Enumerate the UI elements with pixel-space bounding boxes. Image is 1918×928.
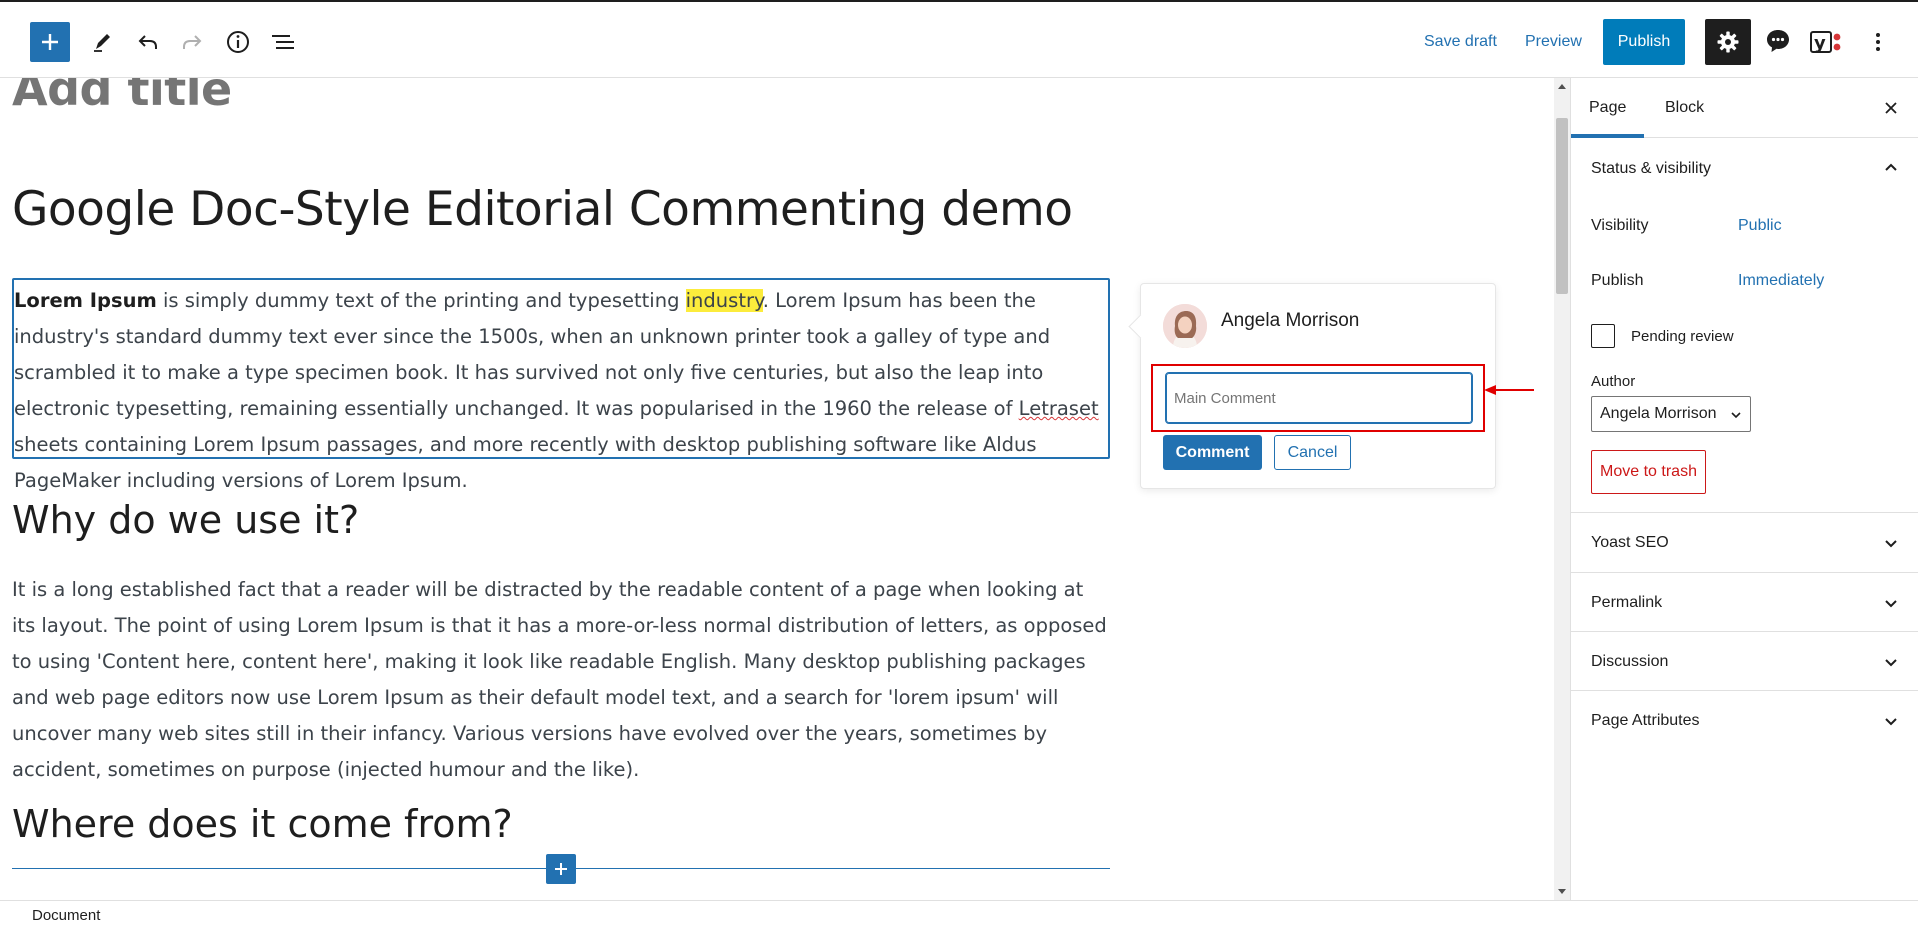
comment-submit-button[interactable]: Comment: [1163, 435, 1262, 470]
editor-footer: Document: [0, 900, 1918, 928]
more-vertical-icon: [1876, 33, 1880, 51]
scroll-down-arrow[interactable]: [1558, 889, 1566, 894]
pencil-icon: [94, 34, 110, 52]
publish-date-link[interactable]: Immediately: [1738, 272, 1824, 290]
avatar: [1163, 304, 1207, 348]
panel-divider: [1571, 512, 1918, 513]
list-view-button[interactable]: [263, 22, 303, 62]
plus-icon: [42, 34, 58, 50]
breadcrumb-document[interactable]: Document: [32, 907, 100, 924]
visibility-value-link[interactable]: Public: [1738, 217, 1782, 235]
panel-page-attributes[interactable]: Page Attributes: [1591, 712, 1700, 730]
list-view-icon: [272, 35, 294, 49]
move-to-trash-button[interactable]: Move to trash: [1591, 450, 1706, 494]
panel-discussion[interactable]: Discussion: [1591, 653, 1668, 671]
plus-icon: [555, 863, 567, 875]
panel-divider: [1571, 690, 1918, 691]
title-placeholder[interactable]: Add title: [12, 78, 232, 116]
chevron-down-icon[interactable]: [1881, 711, 1901, 731]
panel-permalink[interactable]: Permalink: [1591, 594, 1662, 612]
paragraph-1[interactable]: Lorem Ipsum is simply dummy text of the …: [14, 283, 1114, 499]
add-block-button[interactable]: [30, 22, 70, 62]
svg-text:y: y: [1814, 33, 1826, 54]
user-avatar-icon: [1163, 304, 1207, 348]
chevron-down-icon[interactable]: [1881, 652, 1901, 672]
chevron-down-icon: [1731, 412, 1741, 419]
comment-input[interactable]: [1165, 372, 1473, 424]
selected-paragraph-block[interactable]: Lorem Ipsum is simply dummy text of the …: [12, 278, 1110, 492]
settings-button[interactable]: [1705, 19, 1751, 65]
panel-divider: [1571, 631, 1918, 632]
para1-text-a: is simply dummy text of the printing and…: [156, 289, 686, 312]
editor-canvas: Add title Google Doc-Style Editorial Com…: [0, 78, 1554, 900]
save-draft-button[interactable]: Save draft: [1418, 22, 1503, 62]
scroll-up-arrow[interactable]: [1558, 84, 1566, 89]
visibility-label: Visibility: [1591, 217, 1649, 234]
chevron-down-icon[interactable]: [1881, 593, 1901, 613]
heading-main[interactable]: Google Doc-Style Editorial Commenting de…: [12, 182, 1073, 237]
editor-scrollbar[interactable]: [1554, 78, 1570, 900]
publish-label: Publish: [1591, 272, 1644, 289]
annotation-highlight-frame: [1151, 364, 1485, 432]
panel-yoast-seo[interactable]: Yoast SEO: [1591, 534, 1669, 552]
misspelled-word[interactable]: Letraset: [1019, 397, 1099, 420]
publish-button[interactable]: Publish: [1603, 19, 1685, 65]
author-label: Author: [1591, 373, 1636, 390]
yoast-button[interactable]: y: [1806, 22, 1846, 62]
undo-icon: [138, 35, 157, 49]
author-select-value: Angela Morrison: [1600, 405, 1717, 422]
tab-block[interactable]: Block: [1647, 78, 1722, 138]
para1-text-c: sheets containing Lorem Ipsum passages, …: [14, 433, 1037, 492]
sidebar-tabs: Page Block: [1571, 78, 1918, 138]
scroll-thumb[interactable]: [1556, 118, 1568, 294]
chevron-down-icon[interactable]: [1881, 533, 1901, 553]
more-options-button[interactable]: [1858, 22, 1898, 62]
annotation-arrow-icon: [1484, 385, 1534, 395]
tools-button[interactable]: [82, 22, 122, 62]
settings-sidebar: Page Block Status & visibility Visibilit…: [1570, 78, 1918, 900]
details-button[interactable]: [218, 22, 258, 62]
preview-button[interactable]: Preview: [1519, 22, 1588, 62]
comments-toggle-button[interactable]: [1758, 21, 1798, 61]
close-sidebar-button[interactable]: [1879, 96, 1903, 120]
comment-popover: Angela Morrison Comment Cancel: [1140, 283, 1496, 489]
bold-text: Lorem Ipsum: [14, 289, 157, 312]
redo-icon: [183, 35, 202, 49]
yoast-icon: y: [1810, 31, 1841, 54]
close-icon: [1885, 102, 1897, 114]
undo-button[interactable]: [128, 22, 168, 62]
info-icon: [227, 31, 249, 53]
editor-toolbar: Save draft Preview Publish y: [0, 0, 1918, 78]
tab-page[interactable]: Page: [1571, 78, 1645, 138]
comment-bubble-icon: [1767, 30, 1789, 52]
pending-review-label[interactable]: Pending review: [1631, 328, 1734, 345]
heading-why[interactable]: Why do we use it?: [12, 498, 359, 542]
comment-author-name: Angela Morrison: [1221, 310, 1360, 331]
gear-icon: [1717, 31, 1739, 53]
redo-button[interactable]: [172, 22, 212, 62]
paragraph-2[interactable]: It is a long established fact that a rea…: [12, 572, 1112, 788]
author-select[interactable]: Angela Morrison: [1591, 396, 1751, 432]
inline-inserter-button[interactable]: [546, 854, 576, 884]
heading-where[interactable]: Where does it come from?: [12, 802, 513, 846]
status-panel-title[interactable]: Status & visibility: [1591, 160, 1711, 178]
panel-divider: [1571, 572, 1918, 573]
comment-cancel-button[interactable]: Cancel: [1274, 435, 1351, 470]
highlighted-word[interactable]: industry: [685, 289, 763, 312]
chevron-up-icon[interactable]: [1881, 158, 1901, 178]
pending-review-checkbox[interactable]: [1591, 324, 1615, 348]
